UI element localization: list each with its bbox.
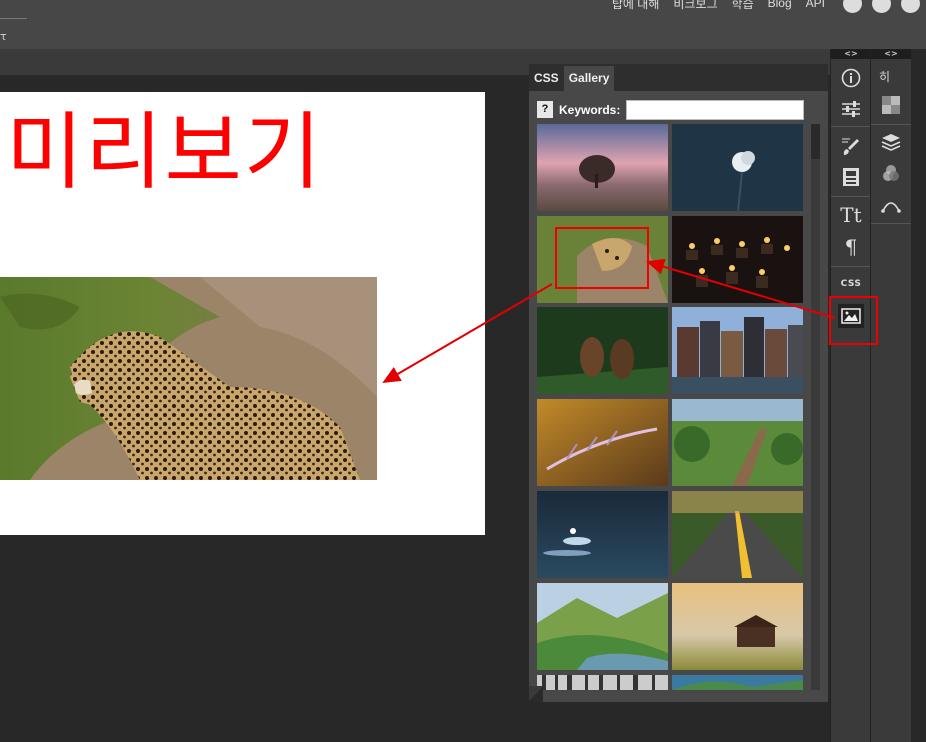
thumbnail-coast[interactable] (672, 675, 803, 690)
thumbnail-forest-bw[interactable] (537, 675, 668, 690)
nav-api[interactable]: API (806, 0, 825, 10)
tab-label[interactable]: τ (0, 30, 7, 43)
thumbnail-feather[interactable] (537, 399, 668, 486)
reddit-icon[interactable] (843, 0, 862, 13)
layers-icon[interactable] (879, 130, 903, 154)
twitter-icon[interactable] (872, 0, 891, 13)
separator (831, 266, 871, 267)
thumbnail-grid (537, 124, 805, 690)
pattern-icon[interactable] (879, 93, 903, 117)
separator (871, 124, 911, 125)
info-icon[interactable] (839, 66, 863, 90)
keywords-row: ? Keywords: (537, 101, 620, 118)
css-label[interactable]: CSS (839, 272, 863, 296)
preview-title: 미리보기 (6, 103, 324, 201)
keywords-input[interactable] (626, 100, 804, 120)
thumbnail-amsterdam-houses[interactable] (672, 307, 803, 394)
thumbnail-pinecones[interactable] (537, 307, 668, 394)
thumbnail-cabin-fog[interactable] (672, 583, 803, 670)
thumbnail-yellow-road[interactable] (672, 491, 803, 578)
nav-showcase[interactable]: 비크보그 (673, 0, 717, 12)
panel-resize-corner[interactable] (529, 686, 543, 702)
tool-column-2: <> 히 (870, 49, 911, 742)
top-navigation: 탑에 대해 비크보그 학습 Blog API (612, 0, 920, 13)
top-bar: τ 탑에 대해 비크보그 학습 Blog API (0, 0, 926, 49)
collapse-toggle-2[interactable]: <> (871, 49, 911, 59)
facebook-icon[interactable] (901, 0, 920, 13)
leopard-image[interactable] (0, 277, 377, 480)
gallery-body: ? Keywords: (529, 91, 828, 702)
tab-underline (0, 18, 27, 19)
help-button[interactable]: ? (537, 101, 553, 118)
nav-learn[interactable]: 학습 (732, 0, 754, 12)
gallery-scrollbar[interactable] (811, 124, 820, 690)
highlight-image-icon (829, 296, 878, 345)
nav-blog[interactable]: Blog (768, 0, 792, 10)
tab-gallery[interactable]: Gallery (563, 66, 615, 91)
panel-tabs: CSS Gallery (529, 64, 828, 91)
tool-column-1: <> Tt ¶ CSS (830, 49, 871, 742)
nav-about[interactable]: 탑에 대해 (612, 0, 660, 12)
collapse-toggle-1[interactable]: <> (831, 49, 871, 59)
thumbnail-white-flower[interactable] (672, 124, 803, 211)
thumbnail-candles[interactable] (672, 216, 803, 303)
layout-icon[interactable] (839, 165, 863, 189)
sliders-icon[interactable] (839, 97, 863, 121)
thumbnail-tree-sunset[interactable] (537, 124, 668, 211)
thumbnail-green-valley[interactable] (537, 583, 668, 670)
thumbnail-garden-path[interactable] (672, 399, 803, 486)
separator (831, 196, 871, 197)
keywords-label: Keywords: (559, 102, 621, 117)
brush-icon[interactable] (839, 135, 863, 159)
curve-icon[interactable] (879, 193, 903, 217)
thumbnail-water-bokeh[interactable] (537, 491, 668, 578)
highlight-leopard-thumbnail (555, 227, 649, 289)
gallery-panel: CSS Gallery ? Keywords: (529, 64, 828, 702)
separator (871, 223, 911, 224)
tool2-label: 히 (879, 69, 891, 84)
separator (831, 126, 871, 127)
text-icon[interactable]: Tt (839, 203, 863, 227)
tab-css[interactable]: CSS (529, 66, 564, 91)
preview-document[interactable]: 미리보기 (0, 92, 485, 535)
social-links (843, 0, 920, 13)
scrollbar-thumb[interactable] (811, 124, 820, 159)
paragraph-icon[interactable]: ¶ (839, 235, 863, 259)
blend-icon[interactable] (879, 161, 903, 185)
